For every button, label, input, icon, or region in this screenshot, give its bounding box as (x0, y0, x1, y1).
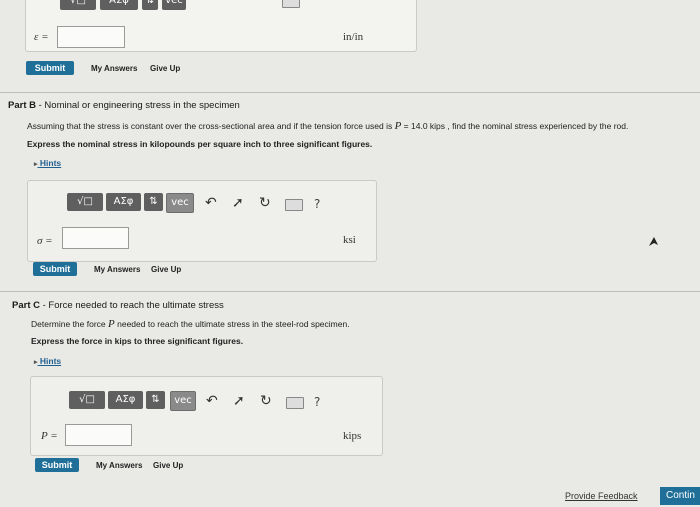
divider-b-c (0, 291, 700, 292)
divider-a-b (0, 92, 700, 93)
part-c-vec-button[interactable]: vec (170, 391, 196, 411)
part-c-desc-post: needed to reach the ultimate stress in t… (114, 319, 350, 329)
part-c-label: Part C (12, 300, 40, 311)
part-b-hints-label: Hints (39, 158, 62, 168)
part-c-submit-button[interactable]: Submit (35, 458, 79, 472)
part-a-submit-button[interactable]: Submit (26, 61, 74, 75)
strain-label: ε = (34, 31, 49, 43)
part-b-greek-button[interactable]: AΣφ (106, 193, 141, 211)
part-b-stress-input[interactable] (62, 227, 129, 249)
part-b-title-text: - Nominal or engineering stress in the s… (35, 100, 240, 111)
part-b-instruction: Express the nominal stress in kilopounds… (27, 139, 373, 149)
part-c-hints-link[interactable]: ▸ Hints (34, 356, 61, 366)
part-c-desc-var: P (108, 318, 115, 330)
part-b-stress-unit: ksi (343, 234, 356, 246)
part-b-reset-icon[interactable]: ↻ (259, 195, 271, 211)
part-b-undo-icon[interactable]: ↶ (205, 195, 217, 211)
part-b-keyboard-icon[interactable] (285, 199, 303, 211)
part-c-keyboard-icon[interactable] (286, 397, 304, 409)
part-c-my-answers-link[interactable]: My Answers (96, 461, 142, 470)
part-c-title-text: - Force needed to reach the ultimate str… (39, 300, 224, 311)
part-b-give-up-link[interactable]: Give Up (151, 265, 181, 274)
part-c-description: Determine the force P needed to reach th… (31, 318, 350, 330)
strain-input[interactable] (57, 26, 125, 48)
part-b-help-icon[interactable]: ? (314, 196, 320, 212)
part-c-instruction: Express the force in kips to three signi… (31, 336, 244, 346)
mouse-cursor-icon (649, 237, 658, 246)
part-b-description: Assuming that the stress is constant ove… (27, 120, 628, 132)
part-c-help-icon[interactable]: ? (314, 394, 320, 410)
part-c-reset-icon[interactable]: ↻ (260, 393, 272, 409)
provide-feedback-link[interactable]: Provide Feedback (565, 491, 638, 501)
part-b-hints-link[interactable]: ▸ Hints (34, 158, 61, 168)
part-b-templates-button[interactable]: √□ (67, 193, 103, 211)
part-b-desc-pre: Assuming that the stress is constant ove… (27, 121, 395, 131)
part-c-sort-button[interactable]: ⇅ (146, 391, 165, 409)
part-b-submit-button[interactable]: Submit (33, 262, 77, 276)
part-b-redo-icon[interactable]: ➚ (232, 195, 244, 211)
part-c-greek-button[interactable]: AΣφ (108, 391, 143, 409)
part-b-stress-label: σ = (37, 235, 53, 247)
strain-unit: in/in (343, 31, 364, 43)
part-c-force-unit: kips (343, 430, 362, 442)
part-b-title: Part B - Nominal or engineering stress i… (8, 100, 240, 111)
part-c-redo-icon[interactable]: ➚ (233, 393, 245, 409)
part-c-templates-button[interactable]: √□ (69, 391, 105, 409)
part-c-give-up-link[interactable]: Give Up (153, 461, 183, 470)
part-a-give-up-link[interactable]: Give Up (150, 64, 180, 73)
part-b-label: Part B (8, 100, 36, 111)
part-b-sort-button[interactable]: ⇅ (144, 193, 163, 211)
greek-button-a[interactable]: AΣφ (100, 0, 138, 10)
vec-button-a[interactable]: vec (162, 0, 186, 10)
part-b-desc-post: = 14.0 kips , find the nominal stress ex… (401, 121, 629, 131)
part-b-my-answers-link[interactable]: My Answers (94, 265, 140, 274)
part-c-desc-pre: Determine the force (31, 319, 109, 329)
part-c-undo-icon[interactable]: ↶ (206, 393, 218, 409)
part-a-my-answers-link[interactable]: My Answers (91, 64, 137, 73)
templates-button-a[interactable]: √□ (60, 0, 96, 10)
part-c-hints-arrow-icon: ▸ (34, 359, 38, 366)
part-c-title: Part C - Force needed to reach the ultim… (12, 300, 224, 311)
part-b-hints-arrow-icon: ▸ (34, 161, 38, 168)
keyboard-icon[interactable] (282, 0, 300, 8)
part-c-force-label: P = (41, 430, 58, 442)
part-c-hints-label: Hints (39, 356, 62, 366)
continue-button[interactable]: Contin (660, 487, 700, 505)
part-c-force-input[interactable] (65, 424, 132, 446)
sort-button-a[interactable]: ⇅ (142, 0, 158, 10)
part-b-vec-button[interactable]: vec (166, 193, 194, 213)
